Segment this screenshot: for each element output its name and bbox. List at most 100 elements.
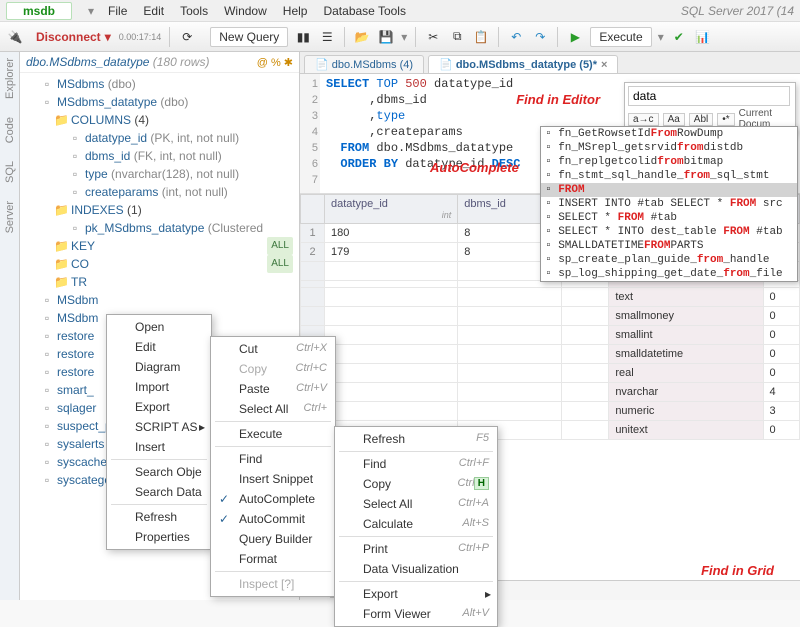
- menu-item[interactable]: Find: [211, 449, 335, 469]
- menu-item[interactable]: CalculateAlt+S: [335, 514, 497, 534]
- find-opt-word[interactable]: Abl: [689, 113, 713, 126]
- autocomplete-item[interactable]: ▫ SMALLDATETIMEFROMPARTS: [541, 239, 797, 253]
- explain-icon[interactable]: 📊: [694, 28, 712, 46]
- connection-icon[interactable]: 🔌: [6, 28, 24, 46]
- menu-item[interactable]: FindCtrl+F: [335, 454, 497, 474]
- menu-tools[interactable]: Tools: [180, 4, 208, 18]
- refresh-icon[interactable]: ⟳: [178, 28, 196, 46]
- paste-icon[interactable]: 📋: [472, 28, 490, 46]
- tree-node[interactable]: ▫createparams (int, not null): [26, 183, 297, 201]
- tree-node[interactable]: 📁COLUMNS (4): [26, 111, 297, 129]
- menu-item[interactable]: Search Data: [107, 482, 211, 502]
- autocomplete-item[interactable]: ▫ INSERT INTO #tab SELECT * FROM src: [541, 197, 797, 211]
- menu-item[interactable]: Properties: [107, 527, 211, 547]
- play-icon[interactable]: ▶: [566, 28, 584, 46]
- menu-item[interactable]: Open: [107, 317, 211, 337]
- menu-item[interactable]: Export: [107, 397, 211, 417]
- menu-file[interactable]: File: [108, 4, 127, 18]
- tree-node[interactable]: 📁INDEXES (1): [26, 201, 297, 219]
- new-query-button[interactable]: New Query: [210, 27, 288, 47]
- tree-node[interactable]: 📁COALL: [26, 255, 297, 273]
- menu-item[interactable]: Insert Snippet: [211, 469, 335, 489]
- menu-item[interactable]: CutCtrl+X: [211, 339, 335, 359]
- annotation-autocomplete: AutoComplete: [430, 160, 519, 175]
- autocomplete-item[interactable]: ▫ sp_log_shipping_get_date_from_file: [541, 267, 797, 281]
- tree-node[interactable]: ▫MSdbm: [26, 291, 297, 309]
- autocomplete-item[interactable]: ▫ fn_MSrepl_getsrvidfromdistdb: [541, 141, 797, 155]
- find-opt-case[interactable]: Aa: [663, 113, 685, 126]
- editor-tab[interactable]: 📄 dbo.MSdbms_datatype (5)*×: [428, 55, 618, 73]
- editor-tab[interactable]: 📄 dbo.MSdbms (4): [304, 55, 424, 73]
- find-opt-replace[interactable]: a→c: [628, 113, 659, 126]
- menu-database-tools[interactable]: Database Tools: [323, 4, 406, 18]
- tree-node[interactable]: ▫datatype_id (PK, int, not null): [26, 129, 297, 147]
- layout-icon-2[interactable]: ☰: [318, 28, 336, 46]
- autocomplete-item[interactable]: ▫ FROM: [541, 183, 797, 197]
- code-editor[interactable]: SELECT TOP 500 datatype_id ,dbms_id ,typ…: [320, 74, 526, 193]
- menu-item[interactable]: Search Obje: [107, 462, 211, 482]
- tree-node[interactable]: 📁TR: [26, 273, 297, 291]
- tree-node[interactable]: ▫MSdbms_datatype (dbo): [26, 93, 297, 111]
- menu-item[interactable]: Query Builder: [211, 529, 335, 549]
- rail-code[interactable]: Code: [4, 117, 16, 143]
- connection-time: 0.00:17:14: [119, 32, 162, 42]
- menu-item[interactable]: Insert: [107, 437, 211, 457]
- menu-item[interactable]: AutoComplete: [211, 489, 335, 509]
- menu-item[interactable]: Select AllCtrl+: [211, 399, 335, 419]
- tree-node[interactable]: ▫MSdbms (dbo): [26, 75, 297, 93]
- editor-context-menu[interactable]: CutCtrl+XCopyCtrl+CPasteCtrl+VSelect All…: [210, 336, 336, 597]
- autocomplete-item[interactable]: ▫ fn_replgetcolidfrombitmap: [541, 155, 797, 169]
- menu-item[interactable]: Refresh: [107, 507, 211, 527]
- grid-context-menu[interactable]: RefreshF5 FindCtrl+FCopyCtrl+CHSelect All…: [334, 426, 498, 627]
- tree-node[interactable]: ▫type (nvarchar(128), not null): [26, 165, 297, 183]
- tree-node[interactable]: ▫pk_MSdbms_datatype (Clustered: [26, 219, 297, 237]
- tree-context-menu[interactable]: OpenEditDiagramImportExportSCRIPT AS▸Ins…: [106, 314, 212, 550]
- database-selector[interactable]: msdb: [6, 2, 72, 20]
- find-input[interactable]: [628, 86, 790, 106]
- menu-item[interactable]: SCRIPT AS▸: [107, 417, 211, 437]
- menu-item[interactable]: Diagram: [107, 357, 211, 377]
- check-icon[interactable]: ✔: [670, 28, 688, 46]
- rail-server[interactable]: Server: [4, 201, 16, 233]
- layout-icon-1[interactable]: ▮▮: [294, 28, 312, 46]
- menu-item[interactable]: Edit: [107, 337, 211, 357]
- disconnect-button[interactable]: Disconnect▾: [30, 28, 117, 46]
- tree-node[interactable]: ▫dbms_id (FK, int, not null): [26, 147, 297, 165]
- copy-icon[interactable]: ⧉: [448, 28, 466, 46]
- menu-item[interactable]: Format: [211, 549, 335, 569]
- rail-sql[interactable]: SQL: [4, 161, 16, 183]
- redo-icon[interactable]: ↷: [531, 28, 549, 46]
- menu-item[interactable]: PasteCtrl+V: [211, 379, 335, 399]
- save-icon[interactable]: 💾: [377, 28, 395, 46]
- save-dropdown[interactable]: ▾: [401, 30, 407, 44]
- menu-item[interactable]: PrintCtrl+P: [335, 539, 497, 559]
- menu-item[interactable]: CopyCtrl+CH: [335, 474, 497, 494]
- execute-button[interactable]: Execute: [590, 27, 651, 47]
- menu-item[interactable]: AutoCommit: [211, 509, 335, 529]
- autocomplete-popup[interactable]: ▫ fn_GetRowsetIdFromRowDump▫ fn_MSrepl_g…: [540, 126, 798, 282]
- side-rail: Explorer Code SQL Server: [0, 52, 20, 600]
- autocomplete-item[interactable]: ▫ SELECT * FROM #tab: [541, 211, 797, 225]
- rail-explorer[interactable]: Explorer: [4, 58, 16, 99]
- menu-help[interactable]: Help: [283, 4, 308, 18]
- autocomplete-item[interactable]: ▫ sp_create_plan_guide_from_handle: [541, 253, 797, 267]
- autocomplete-item[interactable]: ▫ fn_GetRowsetIdFromRowDump: [541, 127, 797, 141]
- menu-item[interactable]: RefreshF5: [335, 429, 497, 449]
- cut-icon[interactable]: ✂: [424, 28, 442, 46]
- menu-item[interactable]: Form ViewerAlt+V: [335, 604, 497, 624]
- open-icon[interactable]: 📂: [353, 28, 371, 46]
- execute-dropdown[interactable]: ▾: [658, 30, 664, 44]
- undo-icon[interactable]: ↶: [507, 28, 525, 46]
- menu-item[interactable]: Data Visualization: [335, 559, 497, 579]
- tree-node[interactable]: 📁KEYALL: [26, 237, 297, 255]
- find-opt-regex[interactable]: •*: [717, 113, 734, 126]
- autocomplete-item[interactable]: ▫ fn_stmt_sql_handle_from_sql_stmt: [541, 169, 797, 183]
- menu-window[interactable]: Window: [224, 4, 267, 18]
- menu-item[interactable]: Select AllCtrl+A: [335, 494, 497, 514]
- menu-item[interactable]: Import: [107, 377, 211, 397]
- menu-item[interactable]: Export▸: [335, 584, 497, 604]
- menu-edit[interactable]: Edit: [143, 4, 164, 18]
- dropdown-icon[interactable]: ▾: [88, 4, 94, 18]
- autocomplete-item[interactable]: ▫ SELECT * INTO dest_table FROM #tab: [541, 225, 797, 239]
- menu-item[interactable]: Execute: [211, 424, 335, 444]
